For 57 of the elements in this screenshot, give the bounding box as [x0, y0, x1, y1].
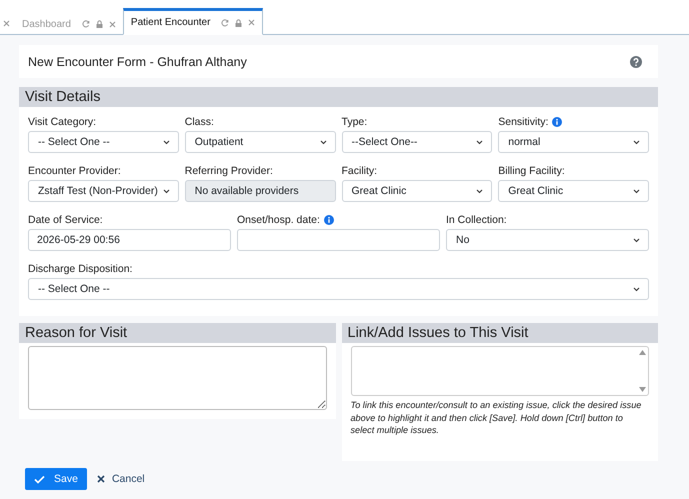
close-icon[interactable] — [248, 19, 256, 26]
close-icon[interactable] — [108, 20, 116, 28]
chevron-icon — [320, 140, 326, 144]
readonly-field: No available providers — [184, 180, 336, 202]
chevron-icon — [633, 140, 640, 144]
form-title: New Encounter Form - Ghufran Althany — [28, 54, 247, 68]
input-field[interactable]: 2026-05-29 00:56 — [28, 229, 231, 251]
refresh-icon[interactable] — [221, 18, 230, 26]
field-label: Onset/hosp. date: — [237, 214, 320, 226]
lock-icon[interactable] — [96, 20, 103, 28]
cancel-button[interactable]: Cancel — [94, 473, 147, 486]
help-icon[interactable] — [630, 56, 642, 68]
reason-textarea[interactable] — [28, 346, 326, 410]
info-icon[interactable] — [324, 214, 334, 224]
select-field[interactable]: Outpatient — [184, 131, 336, 153]
field-label: Visit Category: — [28, 116, 96, 128]
field-label: Sensitivity: — [498, 116, 548, 128]
select-field[interactable]: normal — [498, 131, 649, 153]
close-icon — [96, 475, 105, 484]
chevron-icon — [476, 188, 484, 194]
chevron-icon — [633, 238, 640, 242]
select-field[interactable]: Zstaff Test (Non-Provider) — [28, 180, 179, 202]
check-icon — [34, 474, 45, 484]
tab[interactable]: Patient Encounter — [122, 8, 264, 35]
field-label: In Collection: — [446, 214, 507, 226]
section-header: Link/Add Issues to This Visit — [342, 323, 658, 343]
scroll-up-icon[interactable] — [639, 350, 646, 355]
chevron-icon — [633, 188, 640, 194]
section-header: Reason for Visit — [19, 323, 336, 343]
chevron-icon — [162, 140, 170, 144]
chevron-icon — [162, 188, 170, 194]
section-header: Visit Details — [19, 87, 658, 107]
select-field[interactable]: -- Select One -- — [28, 131, 179, 153]
field-label: Discharge Disposition: — [28, 262, 132, 274]
lock-icon[interactable] — [235, 18, 242, 26]
chevron-icon — [633, 286, 640, 292]
help-text: To link this encounter/consult to an existing issue, click the desired issue above to highlight it and then click [Save]. Hold down [Ctrl] button to select multiple issues. — [350, 399, 642, 438]
field-label: Date of Service: — [28, 214, 103, 226]
field-label: Encounter Provider: — [28, 164, 121, 176]
close-icon[interactable] — [3, 20, 10, 26]
select-field[interactable]: Great Clinic — [498, 180, 649, 202]
refresh-icon[interactable] — [82, 20, 90, 28]
chevron-icon — [476, 140, 484, 144]
select-field[interactable]: No — [446, 229, 649, 251]
field-label: Class: — [184, 116, 214, 128]
info-icon[interactable] — [552, 116, 562, 126]
issues-list[interactable] — [350, 346, 649, 396]
select-field[interactable]: -- Select One -- — [28, 278, 649, 300]
field-label: Referring Provider: — [184, 164, 273, 176]
field-label: Type: — [342, 116, 368, 128]
scroll-down-icon[interactable] — [639, 387, 646, 392]
input-field[interactable] — [237, 229, 440, 251]
select-field[interactable]: --Select One-- — [342, 131, 492, 153]
field-label: Billing Facility: — [498, 164, 565, 176]
save-button[interactable]: Save — [25, 468, 87, 490]
select-field[interactable]: Great Clinic — [342, 180, 492, 202]
field-label: Facility: — [342, 164, 378, 176]
